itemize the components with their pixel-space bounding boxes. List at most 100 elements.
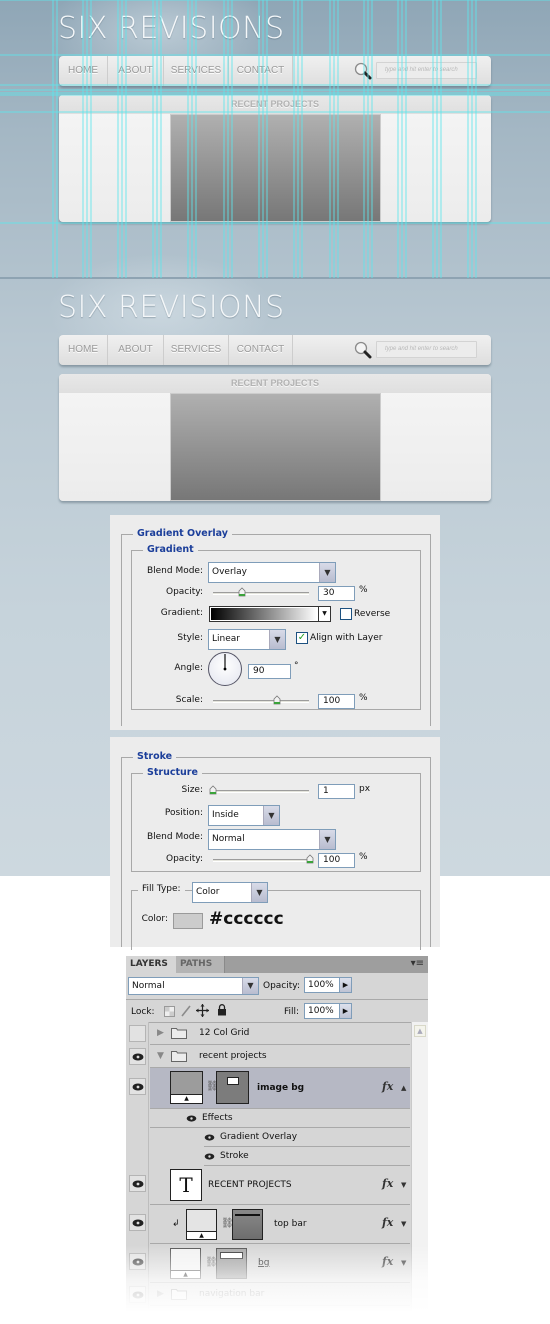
expand-effects-icon[interactable]: ▼ [401,1259,406,1267]
layer-name: bg [258,1258,270,1268]
search-icon[interactable] [354,341,372,359]
scale-unit: % [359,693,368,703]
stroke-opacity-input[interactable]: 100 [318,853,355,868]
tab-paths[interactable]: PATHS [176,956,225,973]
fx-icon[interactable]: fx [382,1216,393,1229]
stroke-opacity-slider-thumb[interactable] [306,854,314,864]
nav-services[interactable]: SERVICES [164,56,229,86]
opacity-arrow-button[interactable]: ▶ [339,977,352,993]
visibility-toggle[interactable] [129,1253,146,1270]
fill-arrow-button[interactable]: ▶ [339,1003,352,1019]
collapse-arrow-icon[interactable]: ▼ [157,1051,164,1061]
layer-row-image-bg[interactable]: ▲ ⛓ image bg fx ▲ [150,1068,410,1109]
align-with-layer-checkbox[interactable]: ✓ [296,632,308,644]
scale-slider-thumb[interactable] [273,695,281,705]
visibility-toggle[interactable] [129,1214,146,1231]
tab-layers[interactable]: LAYERS [126,956,176,973]
nav-home[interactable]: HOME [59,56,108,86]
angle-input[interactable]: 90 [248,664,291,679]
effect-row-stroke[interactable]: Stroke [204,1147,410,1166]
opacity-input[interactable]: 30 [318,586,355,601]
layer-row-recent-projects[interactable]: ▼ recent projects [150,1045,410,1068]
expand-effects-icon[interactable]: ▼ [401,1220,406,1228]
opacity-slider-thumb[interactable] [238,587,246,597]
size-input[interactable]: 1 [318,784,355,799]
layers-scrollbar[interactable]: ▲ [411,1022,428,1324]
stroke-blend-mode-select[interactable]: Normal ▼ [208,829,336,850]
visibility-toggle[interactable] [129,1175,146,1192]
layer-row-12-col-grid[interactable]: ▶ 12 Col Grid [150,1022,410,1045]
scale-input[interactable]: 100 [318,694,355,709]
effects-header-row[interactable]: Effects [150,1109,410,1128]
search-input[interactable]: type and hit enter to search [376,62,477,79]
expand-arrow-icon[interactable]: ▶ [157,1028,164,1038]
expand-arrow-icon[interactable]: ▶ [157,1289,164,1299]
lock-pixels-icon[interactable] [180,1005,192,1017]
effect-row-gradient-overlay[interactable]: Gradient Overlay [204,1128,410,1147]
angle-dial[interactable] [208,652,242,686]
layers-tab-bar: LAYERS PATHS ▾≡ [126,956,428,973]
divider [126,999,428,1000]
layer-row-recent-projects-text[interactable]: T RECENT PROJECTS fx ▼ [150,1166,410,1205]
position-select[interactable]: Inside ▼ [208,805,280,826]
visibility-toggle[interactable] [129,1048,146,1065]
layer-name: image bg [257,1083,305,1093]
lock-transparency-icon[interactable] [164,1006,175,1017]
stroke-opacity-label: Opacity: [166,854,203,864]
nav-contact[interactable]: CONTACT [229,56,293,86]
size-slider-thumb[interactable] [209,785,217,795]
eye-icon[interactable] [204,1153,215,1160]
layer-row-navigation-bar[interactable]: ▶ navigation bar [150,1283,410,1306]
panel-menu-icon[interactable]: ▾≡ [411,958,424,969]
color-swatch[interactable] [173,913,203,929]
layer-blend-mode-value: Normal [132,981,165,991]
layers-panel: LAYERS PATHS ▾≡ Normal ▼ Opacity: 100% ▶… [126,956,428,1324]
gradient-overlay-panel: Gradient Overlay Gradient Blend Mode: Ov… [110,515,440,730]
visibility-toggle[interactable] [129,1286,146,1303]
eye-icon [132,1180,144,1188]
layer-row-top-bar[interactable]: ↲ ▲ ⛓ top bar fx ▼ [150,1205,410,1244]
fill-type-label: Fill Type: [138,884,185,894]
scroll-up-arrow-icon[interactable]: ▲ [414,1025,426,1037]
gradient-picker[interactable]: ▼ [209,606,331,622]
size-unit: px [359,784,371,794]
visibility-toggle[interactable] [129,1025,146,1042]
size-slider[interactable] [213,790,309,793]
stroke-opacity-slider[interactable] [213,859,309,862]
collapse-effects-icon[interactable]: ▲ [401,1084,406,1092]
layer-row-bg[interactable]: ▲ ⛓ bg fx ▼ [150,1244,410,1283]
nav-services[interactable]: SERVICES [164,335,229,365]
fx-icon[interactable]: fx [382,1177,393,1190]
fx-icon[interactable]: fx [382,1255,393,1268]
fx-icon[interactable]: fx [382,1080,393,1093]
layer-blend-mode-select[interactable]: Normal ▼ [128,977,259,995]
scale-slider[interactable] [213,700,309,703]
search-icon[interactable] [354,62,372,80]
eye-icon[interactable] [204,1134,215,1141]
lock-all-icon[interactable] [217,1004,227,1016]
layer-list: ▶ 12 Col Grid ▼ recent projects ▲ ⛓ imag… [126,1022,428,1324]
nav-contact[interactable]: CONTACT [229,335,293,365]
site-logo: SIX REVISIONS [58,11,285,46]
dropdown-arrow-icon: ▼ [318,607,330,621]
site-logo: SIX REVISIONS [58,290,285,325]
fill-type-select[interactable]: Color ▼ [192,882,268,903]
style-select[interactable]: Linear ▼ [208,629,286,650]
lock-position-icon[interactable] [196,1004,209,1017]
reverse-checkbox[interactable] [340,608,352,620]
visibility-toggle[interactable] [129,1078,146,1095]
stroke-blend-mode-value: Normal [212,834,245,844]
nav-about[interactable]: ABOUT [108,56,164,86]
opacity-label: Opacity: [166,587,203,597]
search-input[interactable]: type and hit enter to search [376,341,477,358]
align-with-layer-label: Align with Layer [310,633,383,643]
eye-icon[interactable] [186,1115,197,1122]
folder-icon [171,1028,187,1039]
expand-effects-icon[interactable]: ▼ [401,1181,406,1189]
nav-home[interactable]: HOME [59,335,108,365]
opacity-slider[interactable] [213,592,309,595]
nav-about[interactable]: ABOUT [108,335,164,365]
recent-projects-title: RECENT PROJECTS [59,95,491,114]
layer-mask-thumbnail [216,1248,247,1279]
blend-mode-select[interactable]: Overlay ▼ [208,562,336,583]
